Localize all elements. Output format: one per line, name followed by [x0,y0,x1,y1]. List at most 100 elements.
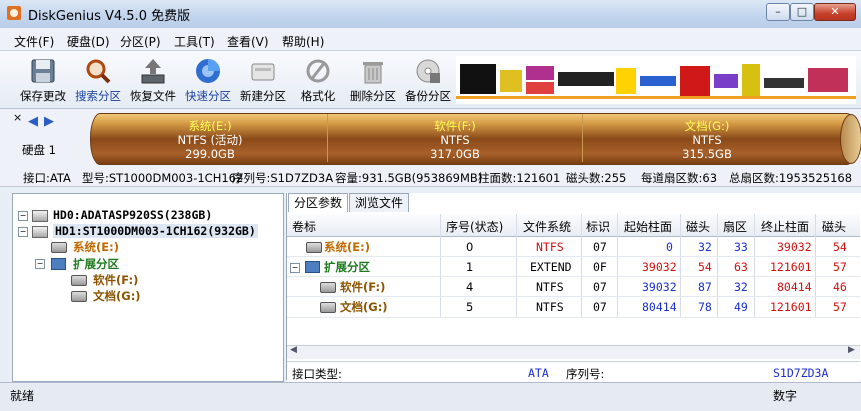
next-disk-arrow-icon[interactable]: ▶ [44,114,54,129]
tree-item-extended[interactable]: 扩展分区 [73,256,119,272]
maximize-button[interactable]: □ [790,3,814,21]
previous-disk-arrow-icon[interactable]: ◀ [28,114,38,129]
tab-partition-params[interactable]: 分区参数 [288,193,349,212]
info-capacity: 容量:931.5GB(953869MB) [335,171,483,185]
column-divider [516,214,517,318]
search-partition-icon [86,59,111,84]
tree-item-software[interactable]: 软件(F:) [93,272,138,288]
table-cell-end-cyl: 121601 [770,260,812,274]
info-model: 型号:ST1000DM003-1CH162 [82,171,244,185]
scroll-left-arrow-icon[interactable]: ◀ [290,345,297,355]
segment-size: 317.0GB [430,147,480,161]
tree-item-system[interactable]: 系统(E:) [73,239,119,255]
column-header-label[interactable]: 卷标 [292,218,316,235]
segment-software[interactable]: 软件(F:) NTFS 317.0GB [395,119,515,161]
partition-icon [71,291,87,302]
column-divider [754,214,755,318]
disk-tree-panel: − HD0:ADATASP920SS(238GB) − HD1:ST1000DM… [12,193,284,382]
table-cell-id: 07 [593,280,607,294]
menu-file[interactable]: 文件(F) [14,33,54,50]
column-divider [815,214,816,318]
column-header-end-head[interactable]: 磁头 [822,218,846,235]
quick-partition-button[interactable]: 快速分区 [180,52,236,108]
tree-item-hd0[interactable]: HD0:ADATASP920SS(238GB) [53,208,212,222]
column-header-filesystem[interactable]: 文件系统 [523,218,571,235]
column-header-sector[interactable]: 扇区 [723,218,747,235]
close-button[interactable]: ✕ [814,3,856,21]
partition-icon [71,275,87,286]
collapse-toggle-icon[interactable]: − [18,227,28,237]
menu-view[interactable]: 查看(V) [227,33,269,50]
collapse-toggle-icon[interactable]: − [35,259,45,269]
column-header-head[interactable]: 磁头 [686,218,710,235]
segment-fs: NTFS [440,133,470,147]
menu-partition[interactable]: 分区(P) [120,33,161,50]
hard-disk-icon [32,210,48,222]
table-cell-fs: NTFS [536,300,564,314]
column-header-start-cylinder[interactable]: 起始柱面 [624,218,672,235]
menu-tools[interactable]: 工具(T) [174,33,215,50]
app-logo-icon [7,6,21,20]
status-text: 就绪 [10,389,35,403]
menu-disk[interactable]: 硬盘(D) [67,33,110,50]
minimize-button[interactable]: – [766,3,790,21]
segment-divider [327,114,328,162]
segment-system[interactable]: 系统(E:) NTFS (活动) 299.0GB [150,119,270,161]
partition-icon [320,302,336,313]
partition-bar-end-cap [840,114,861,164]
column-header-index[interactable]: 序号(状态) [446,218,503,235]
tab-browse-files[interactable]: 浏览文件 [349,193,410,212]
table-cell-fs: NTFS [536,280,564,294]
column-divider [717,214,718,318]
table-cell-seq: 1 [466,260,474,274]
info-cylinders: 柱面数:121601 [478,171,561,185]
column-divider [680,214,681,318]
table-cell-end-head: 57 [833,300,847,314]
close-panel-icon[interactable]: × [13,111,22,124]
row-divider [287,296,860,297]
info-interface: 接口:ATA [23,171,71,185]
new-partition-button[interactable]: 新建分区 [235,52,291,108]
table-row-label[interactable]: 软件(F:) [340,279,385,295]
advertisement-banner[interactable] [456,56,856,104]
segment-divider [582,114,583,162]
delete-partition-button[interactable]: 删除分区 [345,52,401,108]
collapse-toggle-icon[interactable]: − [18,211,28,221]
search-partition-button[interactable]: 搜索分区 [70,52,126,108]
segment-name: 文档(G:) [684,119,730,133]
disk-label: 硬盘 1 [22,143,56,157]
segment-documents[interactable]: 文档(G:) NTFS 315.5GB [647,119,767,161]
table-row-label[interactable]: 文档(G:) [340,299,388,315]
table-row-label[interactable]: 系统(E:) [324,239,370,255]
info-heads: 磁头数:255 [566,171,627,185]
tree-item-documents[interactable]: 文档(G:) [93,288,141,304]
scroll-right-arrow-icon[interactable]: ▶ [848,345,855,355]
table-cell-seq: 0 [466,240,474,254]
status-numlock: 数字 [773,389,798,403]
table-cell-id: 07 [593,240,607,254]
horizontal-scrollbar[interactable] [287,345,860,359]
table-cell-seq: 4 [466,280,474,294]
table-cell-end-cyl: 80414 [777,280,812,294]
status-bar [0,382,861,411]
column-header-end-cylinder[interactable]: 终止柱面 [761,218,809,235]
column-divider [617,214,618,318]
table-cell-head: 87 [698,280,712,294]
partition-icon [306,242,322,253]
delete-partition-icon [363,62,383,84]
tree-item-hd1[interactable]: HD1:ST1000DM003-1CH162(932GB) [53,224,258,238]
table-cell-fs: EXTEND [530,260,572,274]
segment-name: 软件(F:) [434,119,476,133]
format-button[interactable]: 格式化 [290,52,346,108]
quick-partition-icon [196,59,220,83]
collapse-toggle-icon[interactable]: − [290,263,300,273]
save-changes-button[interactable]: 保存更改 [15,52,71,108]
column-header-id[interactable]: 标识 [586,218,610,235]
backup-partition-button[interactable]: 备份分区 [400,52,456,108]
table-row-label[interactable]: 扩展分区 [324,259,370,275]
recover-files-button[interactable]: 恢复文件 [125,52,181,108]
recover-files-icon [141,59,165,84]
menu-help[interactable]: 帮助(H) [282,33,324,50]
table-cell-start-cyl: 80414 [642,300,677,314]
table-cell-head: 78 [698,300,712,314]
